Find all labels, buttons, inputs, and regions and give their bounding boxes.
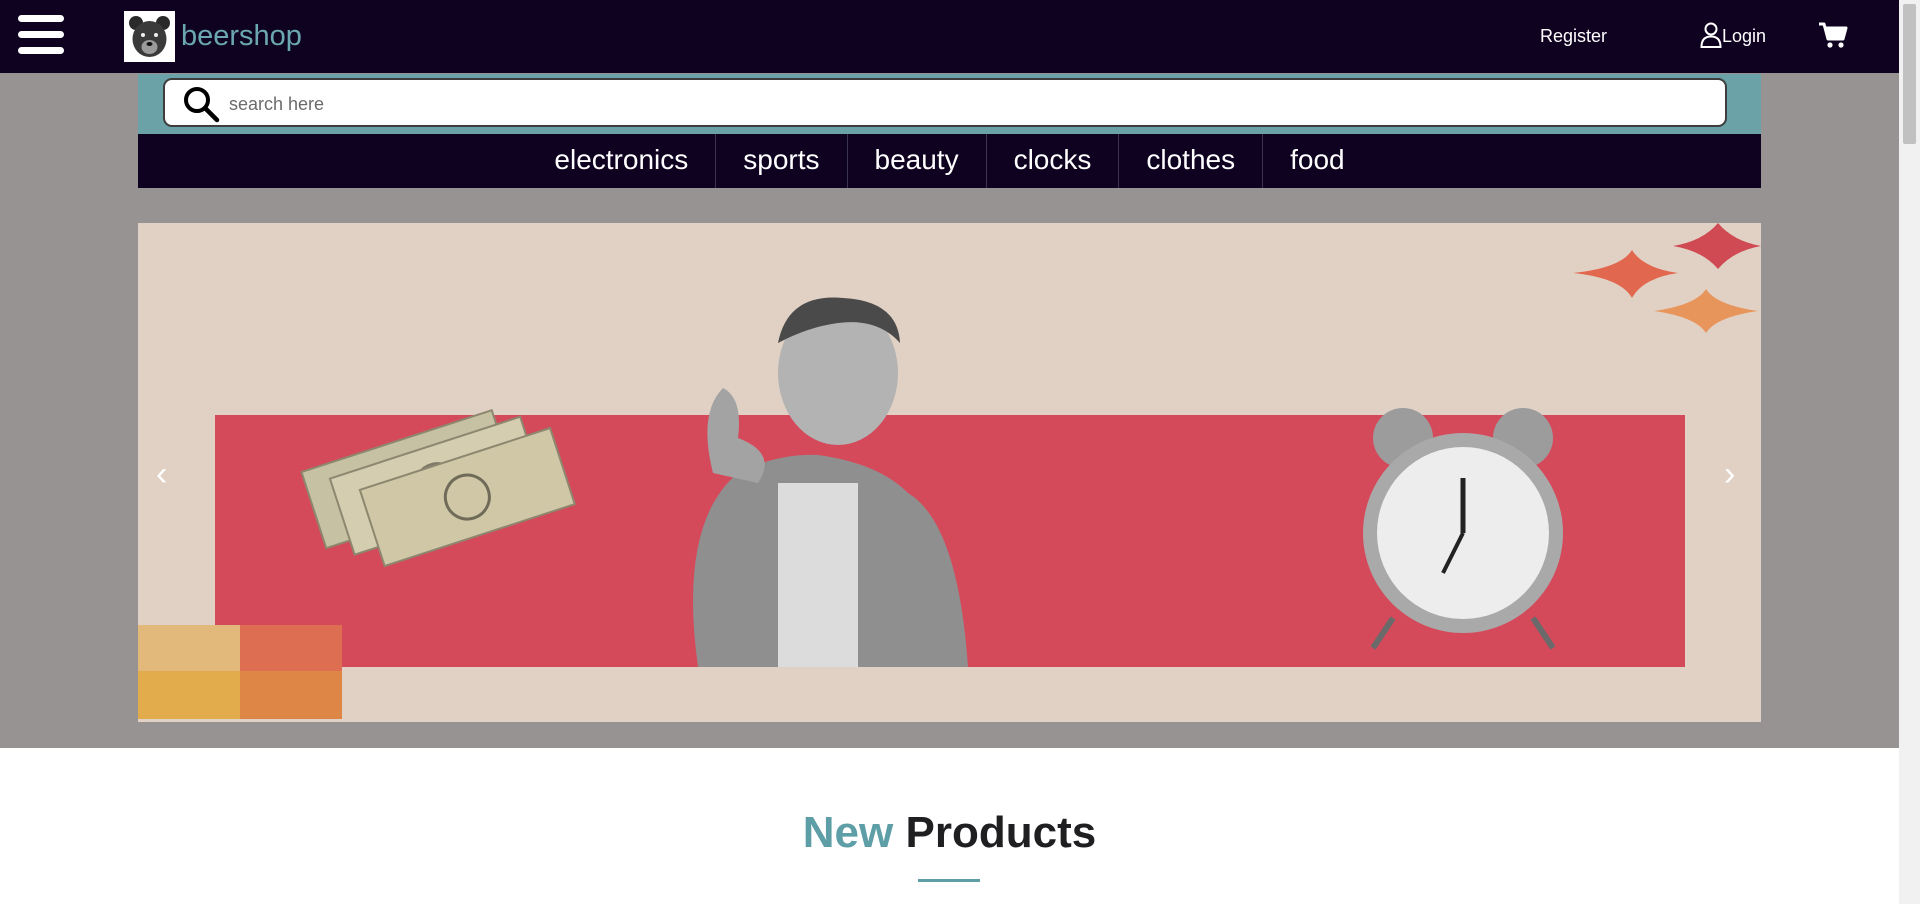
- hero-banner-image: [138, 223, 1761, 719]
- scrollbar-thumb[interactable]: [1903, 4, 1916, 144]
- section-title-rest: Products: [905, 808, 1097, 857]
- category-electronics[interactable]: electronics: [527, 134, 715, 188]
- section-underline: [918, 879, 980, 882]
- search-icon[interactable]: [181, 84, 221, 124]
- login-label: Login: [1722, 26, 1767, 46]
- category-clocks[interactable]: clocks: [985, 134, 1119, 188]
- carousel-prev-button[interactable]: ‹: [156, 457, 167, 491]
- cart-icon[interactable]: [1818, 21, 1848, 49]
- section-title-accent: New: [802, 808, 894, 857]
- carousel-next-button[interactable]: ›: [1724, 457, 1735, 491]
- category-food[interactable]: food: [1262, 134, 1372, 188]
- page-scrollbar[interactable]: [1899, 0, 1920, 904]
- category-bar: electronics sports beauty clocks clothes…: [138, 134, 1761, 188]
- category-beauty[interactable]: beauty: [846, 134, 986, 188]
- section-title: New Products: [0, 808, 1899, 858]
- search-box: [163, 78, 1727, 127]
- search-input[interactable]: [227, 86, 1711, 122]
- category-list: electronics sports beauty clocks clothes…: [138, 134, 1761, 188]
- category-clothes[interactable]: clothes: [1118, 134, 1262, 188]
- hamburger-menu-icon[interactable]: [18, 15, 64, 55]
- brand-name[interactable]: beershop: [181, 20, 302, 53]
- register-link[interactable]: Register: [1540, 26, 1607, 47]
- hero-carousel: ‹ ›: [138, 223, 1761, 722]
- category-sports[interactable]: sports: [715, 134, 846, 188]
- top-navbar: beershop Register Login: [0, 0, 1899, 73]
- bear-logo-icon[interactable]: [124, 11, 175, 62]
- user-icon: [1700, 22, 1722, 48]
